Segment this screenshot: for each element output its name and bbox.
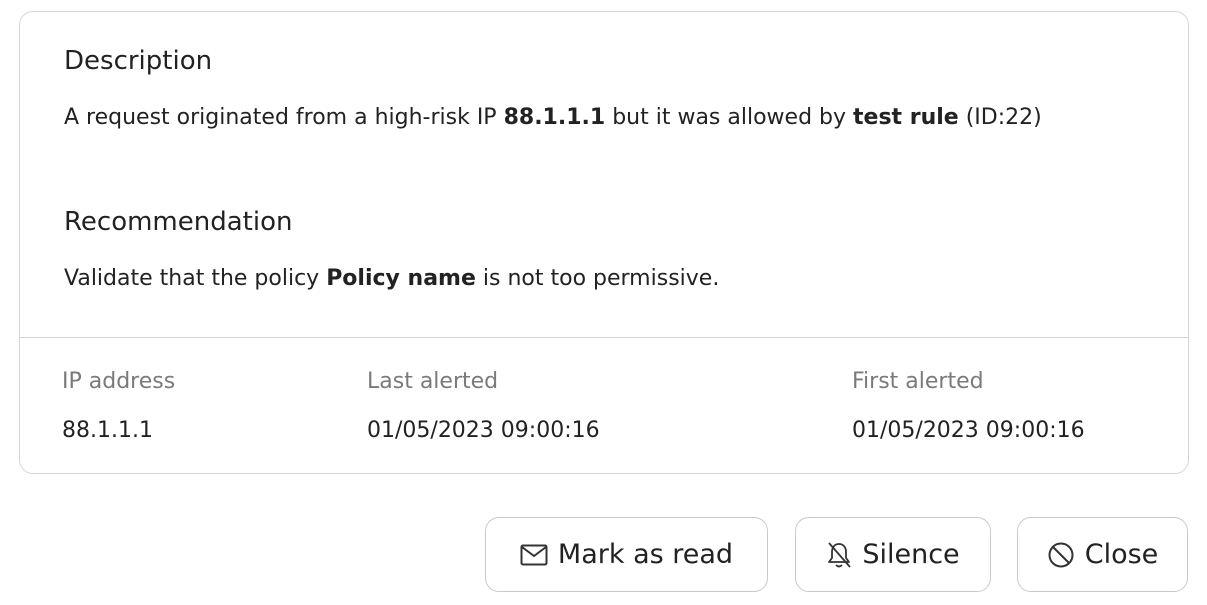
close-button[interactable]: Close (1017, 517, 1188, 592)
envelope-icon (520, 544, 548, 566)
alert-details-card: Description A request originated from a … (19, 11, 1189, 474)
last-alerted-label: Last alerted (367, 369, 499, 394)
recommendation-heading: Recommendation (64, 207, 293, 237)
mark-as-read-label: Mark as read (557, 539, 734, 570)
silence-label: Silence (862, 539, 960, 570)
silence-button[interactable]: Silence (795, 517, 991, 592)
ip-address-label: IP address (62, 369, 176, 394)
alert-info-section: Description A request originated from a … (20, 12, 1188, 338)
ban-icon (1047, 541, 1075, 569)
recommendation-text: Validate that the policy Policy name is … (64, 266, 720, 291)
first-alerted-label: First alerted (852, 369, 984, 394)
description-heading: Description (64, 46, 213, 76)
rule-highlight: test rule (853, 105, 959, 130)
ip-highlight: 88.1.1.1 (503, 105, 606, 130)
description-text: A request originated from a high-risk IP… (64, 105, 1042, 130)
close-label: Close (1084, 539, 1159, 570)
last-alerted-value: 01/05/2023 09:00:16 (367, 418, 600, 443)
first-alerted-value: 01/05/2023 09:00:16 (852, 418, 1085, 443)
ip-address-value: 88.1.1.1 (62, 418, 153, 443)
bell-off-icon (826, 541, 852, 569)
mark-as-read-button[interactable]: Mark as read (485, 517, 768, 592)
policy-highlight: Policy name (326, 266, 476, 291)
